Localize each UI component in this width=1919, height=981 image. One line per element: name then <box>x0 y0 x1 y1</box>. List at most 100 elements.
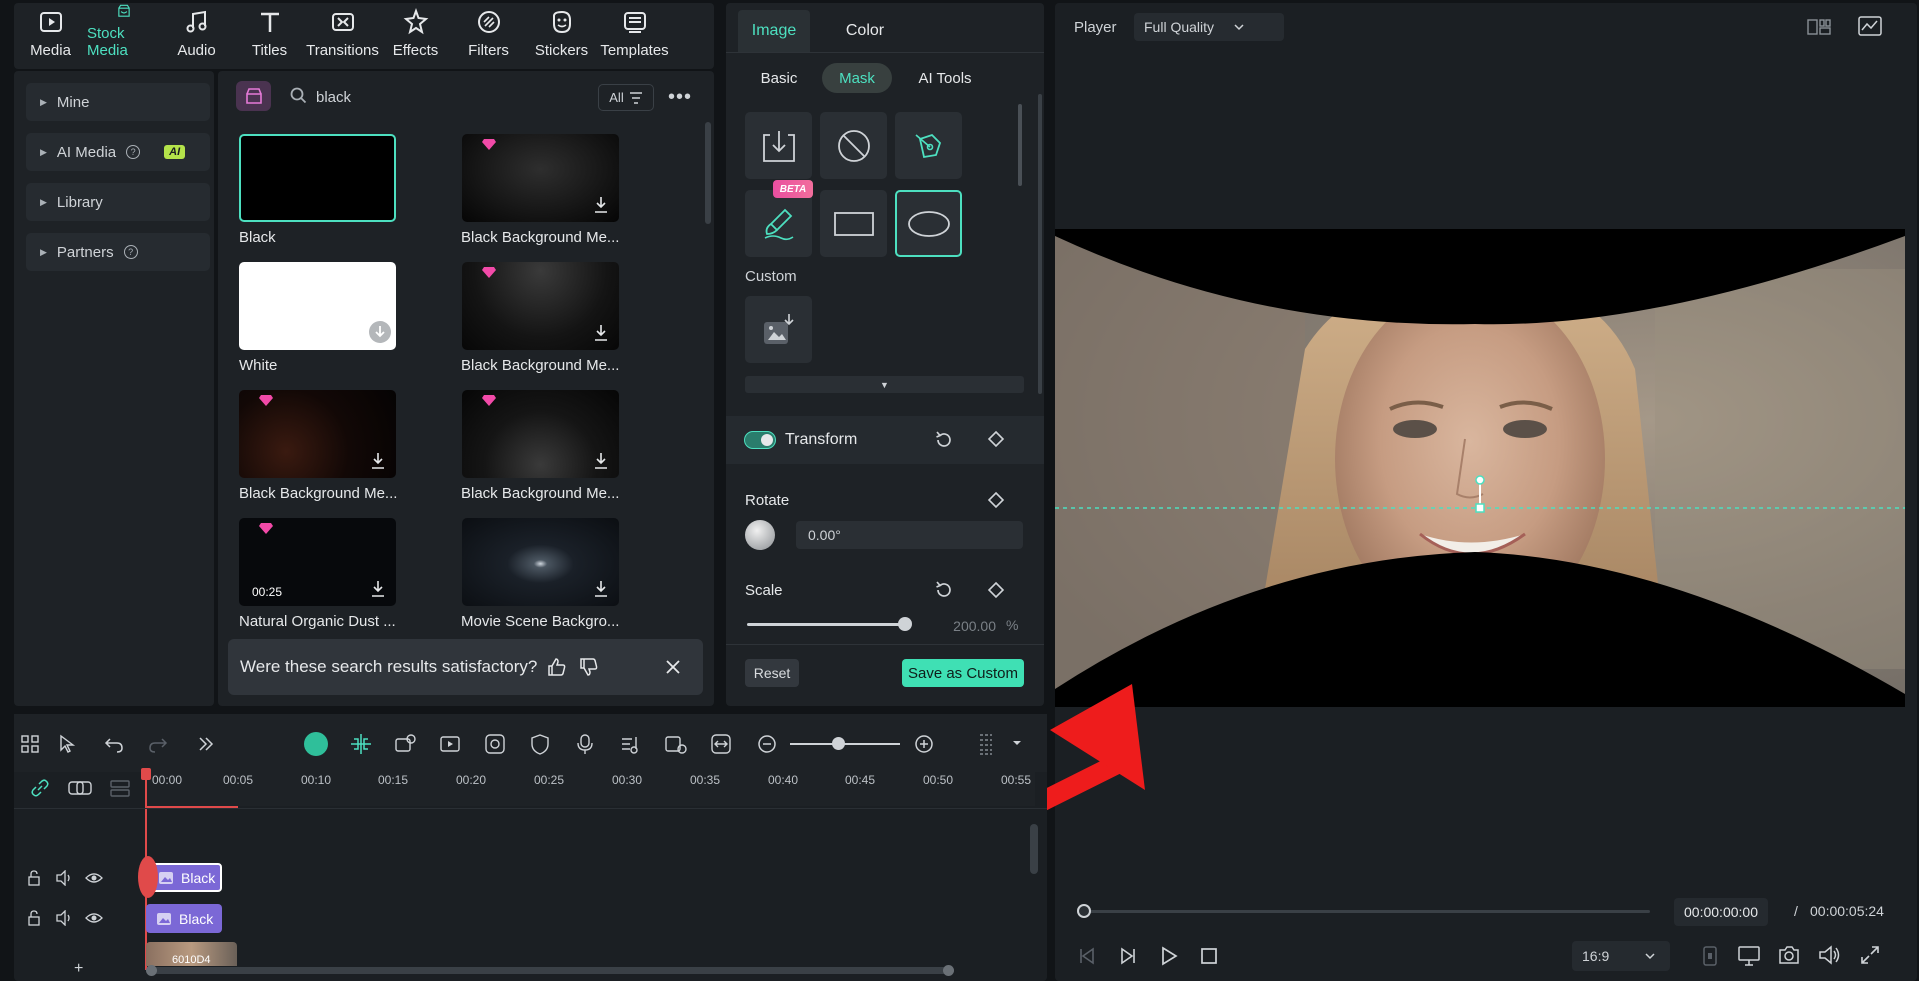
nav-media[interactable]: Media <box>14 3 87 69</box>
nav-transitions[interactable]: Transitions <box>306 3 379 69</box>
store-button[interactable] <box>236 81 271 111</box>
track-manager-icon[interactable] <box>109 779 131 797</box>
previous-frame-icon[interactable] <box>1077 946 1097 966</box>
next-frame-icon[interactable] <box>1118 946 1138 966</box>
zoom-slider-track[interactable] <box>790 743 900 745</box>
more-tools-icon[interactable] <box>196 734 216 754</box>
scrollbar-left-handle[interactable] <box>146 965 157 976</box>
add-track-button[interactable]: + <box>74 960 83 978</box>
timeline-v-scrollbar[interactable] <box>1030 824 1038 874</box>
subtab-basic[interactable]: Basic <box>750 63 808 93</box>
sidebar-item-mine[interactable]: ▶ Mine <box>26 83 210 121</box>
redo-icon[interactable] <box>148 734 168 754</box>
quality-dropdown[interactable]: Full Quality <box>1134 13 1284 41</box>
timeline-clip-video[interactable]: 6010D4 <box>146 942 237 966</box>
microphone-icon[interactable] <box>575 733 595 755</box>
nav-templates[interactable]: Templates <box>598 3 671 69</box>
eye-icon[interactable] <box>85 911 103 925</box>
download-icon[interactable] <box>593 324 609 342</box>
subtab-mask[interactable]: Mask <box>822 63 892 93</box>
mask-none[interactable] <box>820 112 887 179</box>
mask-import[interactable] <box>745 112 812 179</box>
play-icon[interactable] <box>1159 946 1179 966</box>
reset-button[interactable]: Reset <box>745 659 799 687</box>
subtab-ai-tools[interactable]: AI Tools <box>907 63 983 93</box>
scale-slider-handle[interactable] <box>898 617 912 631</box>
volume-icon[interactable] <box>1818 945 1842 965</box>
layout-grid-icon[interactable] <box>1807 18 1831 36</box>
nav-titles[interactable]: Titles <box>233 3 306 69</box>
shield-icon[interactable] <box>530 733 550 755</box>
rotate-input[interactable] <box>796 521 1023 549</box>
timeline-clip-black-2[interactable]: Black <box>146 904 222 933</box>
add-track-icon[interactable] <box>68 779 92 797</box>
filter-dropdown[interactable]: All <box>598 84 654 111</box>
thumbs-down-icon[interactable] <box>579 657 599 677</box>
sidebar-item-ai-media[interactable]: ▶ AI Media ? AI <box>26 133 210 171</box>
thumb-black-bg-4[interactable] <box>462 390 619 478</box>
thumbs-up-icon[interactable] <box>547 657 567 677</box>
nav-audio[interactable]: Audio <box>160 3 233 69</box>
undo-icon[interactable] <box>104 734 124 754</box>
mute-icon[interactable] <box>55 910 73 926</box>
fullscreen-icon[interactable] <box>1860 945 1880 965</box>
transform-toggle[interactable] <box>744 431 776 449</box>
tab-color[interactable]: Color <box>830 10 900 52</box>
timeline-h-scrollbar[interactable] <box>148 967 954 974</box>
lock-icon[interactable] <box>27 910 41 926</box>
device-preview-icon[interactable] <box>1702 945 1718 967</box>
help-icon[interactable]: ? <box>123 245 138 259</box>
download-icon[interactable] <box>370 580 386 598</box>
mute-icon[interactable] <box>55 870 73 886</box>
clip-settings-icon[interactable] <box>664 733 688 755</box>
mask-ellipse[interactable] <box>895 190 962 257</box>
ai-mate-icon[interactable] <box>304 732 328 756</box>
speed-icon[interactable] <box>484 733 506 755</box>
thumb-black-bg-1[interactable] <box>462 134 619 222</box>
auto-reframe-icon[interactable] <box>393 733 417 755</box>
zoom-out-icon[interactable] <box>757 734 777 754</box>
playback-progress-track[interactable] <box>1083 910 1650 913</box>
close-icon[interactable] <box>665 659 681 675</box>
track-view-icon[interactable] <box>978 732 994 756</box>
search-input[interactable] <box>316 84 576 110</box>
keyframe-icon[interactable] <box>987 581 1005 599</box>
grid-scrollbar[interactable] <box>705 122 711 224</box>
thumb-natural-organic-dust[interactable]: 00:25 <box>239 518 396 606</box>
download-icon[interactable] <box>370 452 386 470</box>
download-circle-icon[interactable] <box>368 320 392 344</box>
playhead-handle[interactable] <box>1077 904 1091 918</box>
download-icon[interactable] <box>593 580 609 598</box>
rotate-dial[interactable] <box>745 520 775 550</box>
thumb-black[interactable] <box>239 134 396 222</box>
stop-icon[interactable] <box>1199 946 1219 966</box>
mask-rectangle[interactable] <box>820 190 887 257</box>
thumb-white[interactable] <box>239 262 396 350</box>
fit-timeline-icon[interactable] <box>710 733 732 755</box>
props-scrollbar[interactable] <box>1038 94 1042 394</box>
mask-pen[interactable] <box>895 112 962 179</box>
nav-stock-media[interactable]: Stock Media <box>87 3 160 69</box>
thumb-black-bg-2[interactable] <box>462 262 619 350</box>
nav-stickers[interactable]: Stickers <box>525 3 598 69</box>
snapshot-icon[interactable] <box>1778 945 1800 965</box>
layout-icon[interactable] <box>20 734 40 754</box>
nav-filters[interactable]: Filters <box>452 3 525 69</box>
playhead-marker[interactable] <box>141 768 151 780</box>
thumb-black-bg-3[interactable] <box>239 390 396 478</box>
keyframe-icon[interactable] <box>987 430 1005 448</box>
current-time-field[interactable]: 00:00:00:00 <box>1674 898 1768 926</box>
audio-mix-icon[interactable] <box>620 733 642 755</box>
tab-image[interactable]: Image <box>738 10 810 52</box>
help-icon[interactable]: ? <box>126 145 141 159</box>
mask-brush[interactable] <box>745 190 812 257</box>
aspect-ratio-dropdown[interactable]: 16:9 <box>1572 941 1670 971</box>
playhead-knob[interactable] <box>138 856 158 898</box>
chevron-down-icon[interactable] <box>1012 740 1022 747</box>
sidebar-item-library[interactable]: ▶ Library <box>26 183 210 221</box>
timeline-ruler[interactable] <box>145 770 1035 806</box>
sidebar-item-partners[interactable]: ▶ Partners ? <box>26 233 210 271</box>
mask-scrollbar[interactable] <box>1018 104 1022 186</box>
monitor-icon[interactable] <box>1737 945 1761 967</box>
mask-custom-import[interactable] <box>745 296 812 363</box>
